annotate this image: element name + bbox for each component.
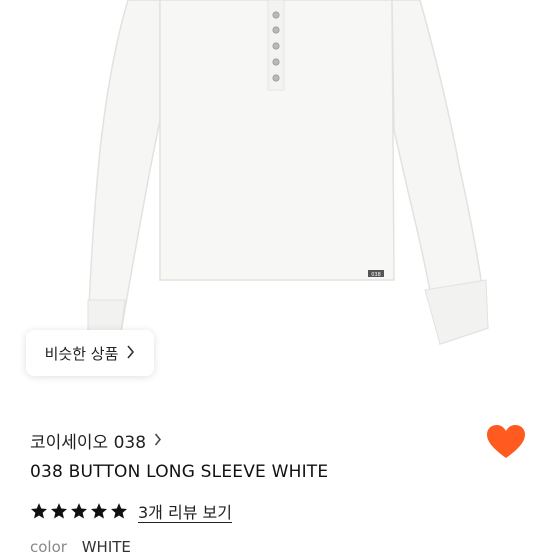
color-value: WHITE	[81, 538, 131, 556]
shirt-tag-text: 038	[371, 272, 381, 278]
chevron-right-icon	[126, 344, 135, 363]
similar-products-label: 비슷한 상품	[44, 344, 119, 363]
star-icon	[110, 502, 128, 520]
heart-icon[interactable]	[486, 424, 526, 460]
similar-products-button[interactable]: 비슷한 상품	[26, 330, 154, 376]
color-label: color	[30, 538, 67, 556]
product-title: 038 BUTTON LONG SLEEVE WHITE	[30, 462, 329, 482]
rating-row: 3개 리뷰 보기	[30, 499, 232, 523]
star-icon	[70, 502, 88, 520]
star-icon	[90, 502, 108, 520]
shirt-button	[272, 58, 280, 66]
review-link[interactable]: 3개 리뷰 보기	[138, 499, 232, 523]
shirt-button	[272, 74, 280, 82]
shirt-button	[272, 11, 280, 19]
shirt-button	[272, 42, 280, 50]
star-icon	[50, 502, 68, 520]
chevron-right-icon	[154, 432, 162, 450]
shirt-button	[272, 26, 280, 34]
brand-name: 코이세이오 038	[30, 433, 147, 453]
star-icon	[30, 502, 48, 520]
brand-link[interactable]: 코이세이오 038	[30, 428, 162, 453]
color-option: color WHITE	[30, 538, 131, 556]
